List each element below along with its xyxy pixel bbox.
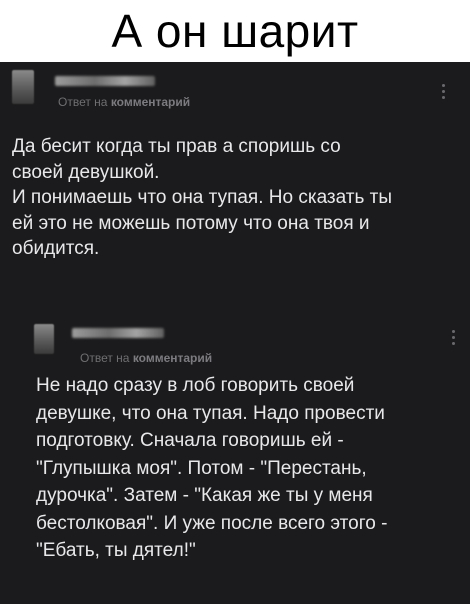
avatar[interactable] <box>34 324 54 354</box>
meme-title: А он шарит <box>111 5 359 57</box>
avatar[interactable] <box>12 70 34 104</box>
comment-text: Да бесит когда ты прав а споришь со свое… <box>12 136 393 259</box>
comment-1: Ответ на комментарий Да бесит когда ты п… <box>0 62 470 302</box>
reply-prefix: Ответ на <box>58 95 111 109</box>
comment-text: Не надо сразу в лоб говорить своей девуш… <box>36 375 388 561</box>
reply-prefix: Ответ на <box>80 351 133 365</box>
reply-to-line[interactable]: Ответ на комментарий <box>80 351 212 365</box>
reply-to-line[interactable]: Ответ на комментарий <box>58 95 190 109</box>
meme-header: А он шарит <box>0 0 470 62</box>
username-redacted[interactable] <box>72 328 164 338</box>
reply-target-link[interactable]: комментарий <box>133 351 212 365</box>
kebab-menu-icon[interactable] <box>452 330 455 348</box>
kebab-menu-icon[interactable] <box>442 84 445 102</box>
comment-2: Ответ на комментарий Не надо сразу в лоб… <box>0 314 470 604</box>
username-redacted[interactable] <box>55 76 155 86</box>
comments-panel: Ответ на комментарий Да бесит когда ты п… <box>0 62 470 604</box>
reply-target-link[interactable]: комментарий <box>111 95 190 109</box>
